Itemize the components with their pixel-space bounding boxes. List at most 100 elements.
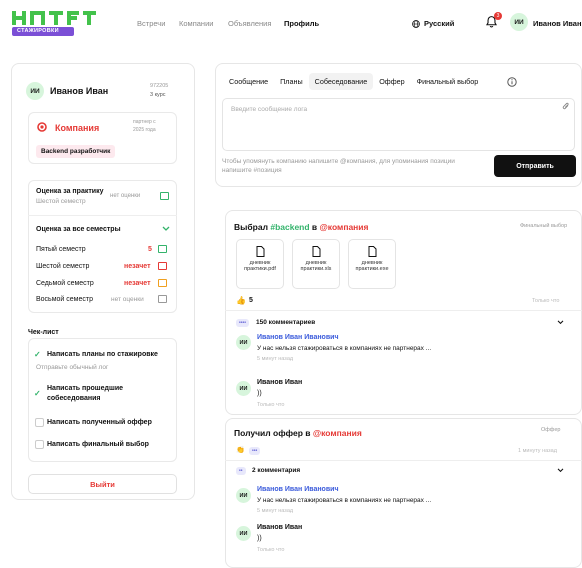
file-attachment[interactable]: дневник практики.xls [292,239,340,289]
practice-grade-value: нет оценки [110,193,141,199]
comment-author[interactable]: Иванов Иван [257,379,302,386]
comment-time: 5 минут назад [257,508,294,514]
checkbox[interactable] [35,440,44,449]
notification-badge: 3 [494,12,502,20]
grade-book-icon[interactable] [158,295,167,303]
info-icon[interactable] [507,77,517,87]
logout-button[interactable]: Выйти [28,474,177,494]
tab-final-choice[interactable]: Финальный выбор [411,73,485,90]
post-time: 1 минуту назад [518,448,557,454]
company-name[interactable]: Компания [55,123,99,133]
check-icon[interactable]: ✓ [34,389,41,398]
student-id: 972205 [150,83,169,89]
nav-profile[interactable]: Профиль [284,19,319,28]
all-semesters-label[interactable]: Оценка за все семестры [36,226,121,233]
thumbs-up-icon[interactable]: 👍 [236,296,246,305]
file-icon [256,246,264,257]
commenters-badge: •••• [236,319,250,327]
comment-text: У нас нельзя стажироваться в компаниях н… [257,345,432,352]
tab-offer[interactable]: Оффер [373,73,410,90]
nav-meetings[interactable]: Встречи [137,19,165,28]
logo-text: СТАЖИРОВКИ [17,28,59,34]
tab-message[interactable]: Сообщение [223,73,274,90]
attach-icon[interactable] [562,102,570,111]
user-name[interactable]: Иванов Иван [533,19,581,28]
comment-text: )) [257,390,262,397]
tab-plans[interactable]: Планы [274,73,309,90]
comment-avatar: ИИ [236,526,251,541]
semester-name: Пятый семестр [36,246,86,253]
practice-grade-title: Оценка за практику [36,188,104,195]
checkbox[interactable] [35,418,44,427]
composer-tabs: Сообщение Планы Собеседование Оффер Фина… [223,73,484,90]
nav-ads[interactable]: Объявления [228,19,271,28]
checklist-item[interactable]: Написать планы по стажировке [47,351,158,358]
tab-interview[interactable]: Собеседование [308,73,374,90]
nav-companies[interactable]: Компании [179,19,213,28]
comment-time: Только что [257,547,285,553]
post-card [225,418,582,568]
post-title-text: в [309,222,320,232]
comment-text: У нас нельзя стажироваться в компаниях н… [257,497,432,504]
file-icon [312,246,320,257]
avatar[interactable]: ИИ [510,13,528,31]
grade-book-icon[interactable] [158,262,167,270]
checklist-title: Чек-лист [28,329,59,336]
checklist-item[interactable]: Написать полученный оффер [47,419,152,426]
checklist-item[interactable]: Написать финальный выбор [47,441,149,448]
file-name: дневник практики.exe [355,260,389,272]
comment-avatar: ИИ [236,335,251,350]
semester-grade: незачет [124,263,151,270]
company-mention[interactable]: @компания [313,428,362,438]
post-title-text: Выбрал [234,222,271,232]
chevron-down-icon[interactable] [557,468,564,473]
file-name: дневник практики.xls [300,260,332,272]
file-attachment[interactable]: дневник практики.exe [348,239,396,289]
profile-name: Иванов Иван [50,86,109,96]
partner-label: партнер с [133,119,156,125]
semester-grade: незачет [124,280,151,287]
grade-book-icon[interactable] [158,245,167,253]
comment-author[interactable]: Иванов Иван Иванович [257,334,339,341]
language-selector[interactable]: Русский [412,19,454,28]
chevron-down-icon[interactable] [162,226,170,232]
post-type: Финальный выбор [520,223,568,229]
reactors-badge: ••• [249,447,261,455]
file-attachment[interactable]: дневник практики.pdf [236,239,284,289]
notifications-button[interactable]: 3 [485,12,502,29]
company-mention[interactable]: @компания [320,222,369,232]
file-icon [368,246,376,257]
grade-book-icon[interactable] [160,192,169,200]
reaction-count: 5 [249,297,253,304]
post-title: Получил оффер в @компания [234,428,362,438]
partner-year: 2025 года [133,127,156,133]
hashtag[interactable]: #backend [270,222,309,232]
company-logo-icon [37,122,47,132]
comments-count[interactable]: 150 комментариев [256,319,315,326]
comments-count[interactable]: 2 комментария [252,467,300,474]
semester-grade: 5 [148,246,152,253]
file-name: дневник практики.pdf [244,260,276,272]
reaction-icon[interactable]: 👏 [236,446,245,454]
comment-avatar: ИИ [236,381,251,396]
course: 3 курс [150,92,166,98]
semester-name: Седьмой семестр [36,280,94,287]
comment-time: Только что [257,402,285,408]
chevron-down-icon[interactable] [557,320,564,325]
check-icon[interactable]: ✓ [34,350,41,359]
checklist-item[interactable]: Написать прошедшие собеседования [47,384,147,404]
post-title-text: Получил оффер в [234,428,313,438]
send-button[interactable]: Отправить [494,155,576,177]
comment-author[interactable]: Иванов Иван Иванович [257,486,339,493]
semester-name: Восьмой семестр [36,296,93,303]
role-tag: Backend разработчик [36,145,116,158]
comment-text: )) [257,535,262,542]
comment-avatar: ИИ [236,488,251,503]
log-message-input[interactable]: Введите сообщение лога [222,98,575,151]
post-title: Выбрал #backend в @компания [234,222,369,232]
grade-book-icon[interactable] [158,279,167,287]
logo[interactable]: СТАЖИРОВКИ [12,11,96,37]
language-label: Русский [424,19,455,28]
comment-author[interactable]: Иванов Иван [257,524,302,531]
comment-time: 5 минут назад [257,356,294,362]
